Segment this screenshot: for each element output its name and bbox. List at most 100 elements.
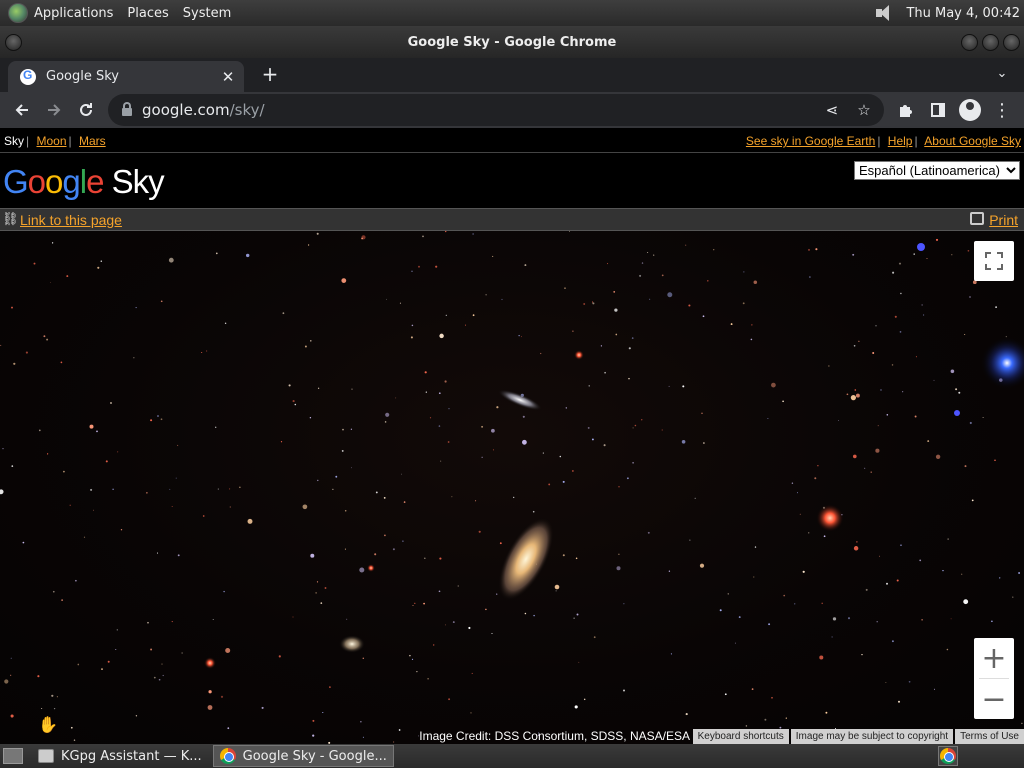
new-tab-button[interactable]: + [258,63,282,87]
star [201,351,203,354]
star [783,594,786,597]
tab-google-sky[interactable]: Google Sky ✕ [8,61,244,92]
star [892,271,895,274]
terms-of-use-link[interactable]: Terms of Use [955,729,1024,744]
star [105,460,108,463]
clock[interactable]: Thu May 4, 00:42 [906,6,1020,21]
star [921,304,923,306]
star [207,705,213,710]
star [38,429,41,432]
back-button[interactable] [6,94,38,126]
zoom-out-button[interactable]: − [974,679,1014,719]
show-desktop-icon[interactable] [3,748,23,764]
forward-arrow-icon [48,104,61,116]
star [160,300,163,303]
reload-button[interactable] [70,94,102,126]
star [548,483,551,486]
star [886,414,889,416]
nav-link-about[interactable]: About Google Sky [924,134,1021,148]
extensions-puzzle-icon[interactable] [890,94,922,126]
star [416,670,418,673]
address-bar[interactable]: google.com/sky/ ⋖ ☆ [108,94,884,126]
nav-link-mars[interactable]: Mars [79,134,106,148]
fullscreen-button[interactable] [974,241,1014,281]
star [768,623,771,626]
star [90,488,93,491]
star [317,387,320,389]
side-panel-icon[interactable] [922,94,954,126]
star [864,467,866,469]
window-menu-button[interactable] [5,34,22,51]
star [870,471,872,473]
task-kgpg[interactable]: KGpg Assistant — K... [31,745,209,767]
share-icon[interactable]: ⋖ [816,101,848,119]
star [565,407,567,409]
star [181,652,183,654]
close-window-button[interactable] [1003,34,1020,51]
star [935,454,941,460]
keyboard-shortcuts-link[interactable]: Keyboard shortcuts [692,729,789,744]
star [908,680,911,683]
star [481,456,483,458]
window-titlebar[interactable]: Google Sky - Google Chrome [0,26,1024,58]
places-menu[interactable]: Places [127,6,168,21]
profile-avatar-icon[interactable] [959,99,981,121]
tray-chrome-icon[interactable] [938,746,958,766]
star [919,559,922,562]
forward-button[interactable] [38,94,70,126]
star [921,618,923,621]
star [815,248,818,251]
bookmark-star-icon[interactable]: ☆ [848,101,880,119]
minimize-button[interactable] [961,34,978,51]
star [0,489,4,495]
task-chrome[interactable]: Google Sky - Google... [212,745,394,767]
sky-map[interactable]: + − ✋ Image Credit: DSS Consortium, SDSS… [0,231,1024,744]
star [13,362,16,365]
star [51,242,54,244]
tab-close-icon[interactable]: ✕ [220,68,236,86]
system-menu[interactable]: System [183,6,231,21]
star [946,648,949,651]
star [641,262,644,264]
star [771,382,776,388]
red-star [204,657,216,669]
distro-logo-icon[interactable] [8,3,28,23]
star [395,397,397,399]
printer-icon[interactable] [970,212,984,225]
star [802,570,805,573]
print-link[interactable]: Print [989,212,1018,228]
blue-star [917,243,925,251]
page-content: Sky | Moon | Mars See sky in Google Earth |… [0,128,1024,744]
star [828,365,830,367]
star [961,573,963,575]
star [738,616,741,619]
star [43,335,46,338]
nav-link-google-earth[interactable]: See sky in Google Earth [746,134,875,148]
star [46,338,49,341]
applications-menu[interactable]: Applications [34,6,113,21]
tab-search-chevron-icon[interactable]: ⌄ [994,66,1010,82]
star [227,727,230,730]
google-sky-logo[interactable]: Google Sky [3,163,165,201]
kebab-menu-icon[interactable]: ⋮ [986,94,1018,126]
star [491,632,493,635]
volume-icon[interactable] [874,4,896,22]
star [341,278,347,283]
lock-icon[interactable] [122,102,132,116]
maximize-button[interactable] [982,34,999,51]
map-footer: Keyboard shortcuts Image may be subject … [691,729,1024,744]
star [900,292,902,295]
zoom-in-button[interactable]: + [974,638,1014,678]
star [398,729,401,731]
star [713,249,715,251]
star [562,554,565,557]
language-select[interactable]: Español (Latinoamerica) [854,161,1020,180]
star [875,325,877,327]
link-to-page[interactable]: Link to this page [20,212,122,228]
nav-link-help[interactable]: Help [888,134,913,148]
star [886,582,888,585]
nav-link-moon[interactable]: Moon [36,134,66,148]
star [51,694,54,697]
star [927,440,930,443]
star [445,314,447,316]
